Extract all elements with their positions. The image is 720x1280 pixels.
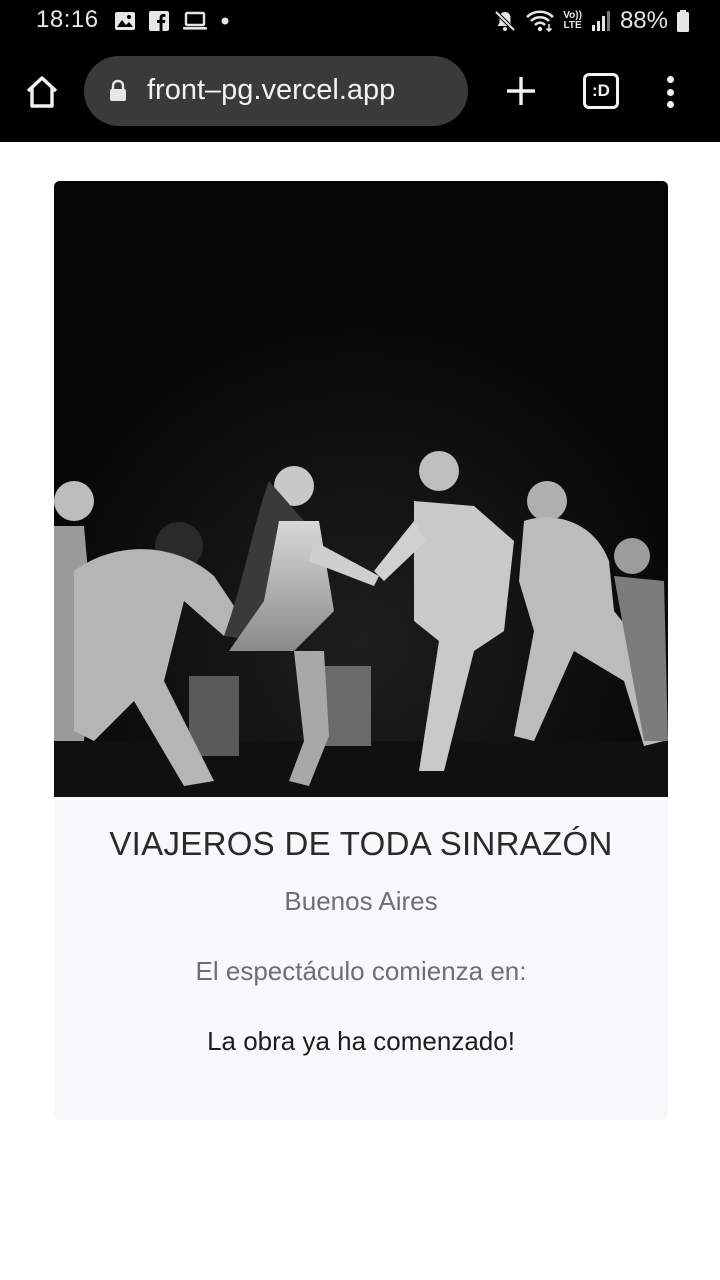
new-tab-button[interactable] xyxy=(502,72,540,110)
lock-icon xyxy=(110,79,126,101)
event-title: VIAJEROS DE TODA SINRAZÓN xyxy=(109,825,613,862)
home-button[interactable] xyxy=(22,72,62,112)
event-status: La obra ya ha comenzado! xyxy=(207,1026,515,1056)
battery-percent: 88% xyxy=(619,7,668,34)
status-time: 18:16 xyxy=(36,6,99,33)
event-city: Buenos Aires xyxy=(284,886,438,916)
menu-dot xyxy=(666,101,674,108)
signal-icon xyxy=(591,11,610,31)
notification-icons xyxy=(114,10,230,32)
url-text: front–pg.vercel.app xyxy=(147,74,396,106)
image-icon xyxy=(115,12,135,30)
tab-switcher-button[interactable]: :D xyxy=(583,73,619,109)
menu-dot xyxy=(666,88,674,96)
laptop-icon xyxy=(183,11,207,30)
tab-switcher-label: :D xyxy=(592,81,610,100)
status-bar: 18:16 Vo)) LTE 88% xyxy=(0,0,720,42)
address-bar[interactable]: front–pg.vercel.app xyxy=(84,56,468,126)
event-photo xyxy=(54,181,668,797)
volte-icon: Vo)) LTE xyxy=(563,10,582,31)
wifi-icon xyxy=(526,10,555,33)
dot-icon xyxy=(221,17,229,25)
countdown-label: El espectáculo comienza en: xyxy=(195,956,527,986)
browser-toolbar: front–pg.vercel.app :D xyxy=(0,42,720,142)
menu-dot xyxy=(666,76,674,83)
facebook-icon xyxy=(149,11,169,31)
system-status: Vo)) LTE 88% xyxy=(493,6,690,36)
event-card[interactable]: VIAJEROS DE TODA SINRAZÓN Buenos Aires E… xyxy=(54,181,668,1120)
home-icon xyxy=(26,76,58,108)
more-menu-button[interactable] xyxy=(660,72,680,112)
battery-icon xyxy=(677,10,689,32)
mute-icon xyxy=(494,10,516,32)
